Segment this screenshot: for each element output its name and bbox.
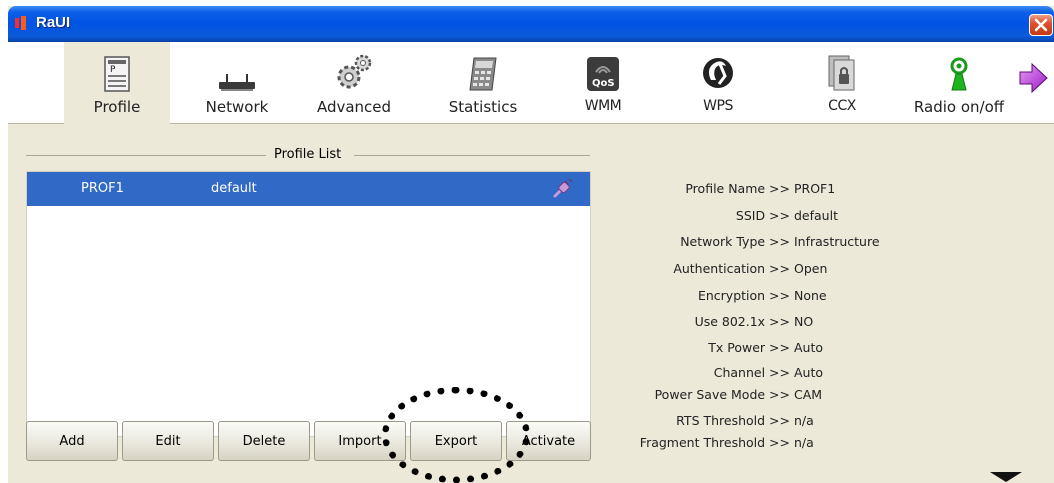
close-icon bbox=[1034, 18, 1048, 32]
detail-label: Network Type >> bbox=[680, 234, 790, 249]
detail-label: Use 802.1x >> bbox=[694, 314, 790, 329]
toolbar-wps[interactable]: WPS bbox=[688, 42, 748, 124]
toolbar-radio-on-off[interactable]: Radio on/off bbox=[898, 42, 1020, 124]
detail-value: n/a bbox=[794, 413, 814, 428]
detail-encryption: Encryption >> None bbox=[604, 288, 1034, 308]
toolbar-profile[interactable]: P Profile bbox=[64, 42, 170, 124]
detail-power-save-mode: Power Save Mode >> CAM bbox=[604, 387, 1034, 407]
delete-button[interactable]: Delete bbox=[218, 421, 310, 461]
export-button[interactable]: Export bbox=[410, 421, 502, 461]
next-arrow-icon[interactable] bbox=[1018, 62, 1048, 94]
profile-name-cell: PROF1 bbox=[81, 181, 124, 196]
toolbar-statistics-label: Statistics bbox=[448, 98, 518, 116]
detail-label: Authentication >> bbox=[673, 261, 790, 276]
toolbar-wmm-label: WMM bbox=[584, 98, 622, 114]
ccx-icon bbox=[822, 52, 862, 92]
detail-value: NO bbox=[794, 314, 814, 329]
import-button[interactable]: Import bbox=[314, 421, 406, 461]
profile-details-panel: Profile Name >> PROF1 SSID >> default Ne… bbox=[604, 165, 1034, 465]
radio-antenna-icon bbox=[939, 52, 979, 92]
statistics-calculator-icon bbox=[463, 52, 503, 92]
detail-value: CAM bbox=[794, 387, 823, 402]
detail-label: Power Save Mode >> bbox=[654, 387, 790, 402]
edit-button[interactable]: Edit bbox=[122, 421, 214, 461]
detail-profile-name: Profile Name >> PROF1 bbox=[604, 181, 1034, 201]
detail-label: SSID >> bbox=[735, 208, 790, 223]
detail-value: default bbox=[794, 208, 838, 223]
detail-rts-threshold: RTS Threshold >> n/a bbox=[604, 413, 1034, 433]
profile-row[interactable]: PROF1 default bbox=[27, 172, 590, 206]
toolbar-profile-label: Profile bbox=[93, 98, 141, 116]
detail-label: RTS Threshold >> bbox=[676, 413, 790, 428]
profile-page: Profile List PROF1 default Add Edit Dele… bbox=[8, 125, 1054, 483]
detail-label: Encryption >> bbox=[697, 288, 790, 303]
qos-icon: QoS bbox=[583, 52, 623, 92]
toolbar-network[interactable]: Network bbox=[194, 42, 280, 124]
detail-value: Auto bbox=[794, 340, 824, 355]
network-icon bbox=[217, 52, 257, 92]
svg-text:QoS: QoS bbox=[592, 78, 615, 89]
advanced-gear-icon bbox=[334, 52, 374, 92]
profile-list-title: Profile List bbox=[274, 147, 342, 162]
detail-authentication: Authentication >> Open bbox=[604, 261, 1034, 281]
detail-fragment-threshold: Fragment Threshold >> n/a bbox=[604, 435, 1034, 455]
app-logo-icon bbox=[15, 16, 26, 30]
detail-value: n/a bbox=[794, 435, 814, 450]
profile-icon: P bbox=[97, 52, 137, 92]
profile-list[interactable]: PROF1 default bbox=[26, 171, 591, 437]
wps-icon bbox=[698, 52, 738, 92]
raui-window: RaUI P Profile Network Advanced Statisti… bbox=[8, 6, 1054, 483]
toolbar-statistics[interactable]: Statistics bbox=[428, 42, 538, 124]
detail-label: Fragment Threshold >> bbox=[639, 435, 790, 450]
svg-text:P: P bbox=[110, 65, 116, 75]
connected-plug-icon bbox=[553, 178, 573, 198]
detail-value: Open bbox=[794, 261, 828, 276]
toolbar-radio-label: Radio on/off bbox=[913, 98, 1005, 116]
window-title: RaUI bbox=[36, 14, 71, 31]
toolbar-ccx[interactable]: CCX bbox=[812, 42, 872, 124]
detail-network-type: Network Type >> Infrastructure bbox=[604, 234, 1034, 254]
close-button[interactable] bbox=[1029, 14, 1053, 36]
title-bar[interactable]: RaUI bbox=[8, 6, 1054, 42]
detail-value: None bbox=[794, 288, 827, 303]
detail-value: Auto bbox=[794, 365, 824, 380]
toolbar-wps-label: WPS bbox=[703, 98, 733, 114]
toolbar-advanced-label: Advanced bbox=[316, 98, 392, 116]
detail-label: Channel >> bbox=[713, 365, 790, 380]
add-button[interactable]: Add bbox=[26, 421, 118, 461]
detail-use-8021x: Use 802.1x >> NO bbox=[604, 314, 1034, 334]
profile-ssid-cell: default bbox=[211, 181, 257, 196]
detail-channel: Channel >> Auto bbox=[604, 365, 1034, 385]
detail-ssid: SSID >> default bbox=[604, 208, 1034, 228]
detail-value: PROF1 bbox=[794, 181, 836, 196]
detail-tx-power: Tx Power >> Auto bbox=[604, 340, 1034, 360]
detail-value: Infrastructure bbox=[794, 234, 880, 249]
expand-down-arrow-icon[interactable] bbox=[988, 471, 1024, 483]
toolbar-wmm[interactable]: QoS WMM bbox=[570, 42, 636, 124]
detail-label: Profile Name >> bbox=[685, 181, 790, 196]
main-toolbar: P Profile Network Advanced Statistics Qo… bbox=[8, 42, 1054, 124]
toolbar-ccx-label: CCX bbox=[828, 98, 856, 114]
detail-label: Tx Power >> bbox=[708, 340, 790, 355]
toolbar-advanced[interactable]: Advanced bbox=[304, 42, 404, 124]
divider bbox=[354, 155, 590, 156]
toolbar-network-label: Network bbox=[205, 98, 269, 116]
activate-button[interactable]: Activate bbox=[506, 421, 591, 461]
profile-button-bar: Add Edit Delete Import Export Activate bbox=[26, 421, 591, 465]
divider bbox=[26, 155, 266, 156]
